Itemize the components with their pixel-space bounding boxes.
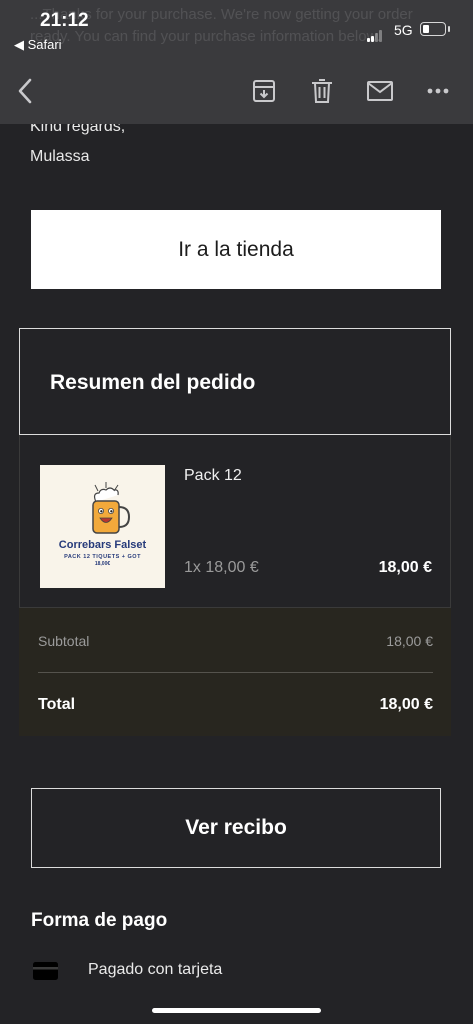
total-label: Total [38, 696, 76, 713]
status-time: 21:12 [40, 10, 89, 31]
product-quantity: 1x 18,00 € [184, 559, 259, 576]
total-row: Total 18,00 € [38, 696, 433, 714]
totals-divider [38, 672, 433, 673]
order-summary-title: Resumen del pedido [50, 371, 256, 394]
product-image-brand: Correbars Falset [58, 539, 147, 551]
view-receipt-button[interactable]: Ver recibo [31, 788, 441, 868]
battery-icon [420, 22, 450, 36]
subtotal-value: 18,00 € [386, 633, 433, 649]
order-line-item: Correbars Falset PACK 12 TIQUETS + GOT 1… [19, 435, 451, 608]
payment-method-title: Forma de pago [31, 910, 168, 931]
total-value: 18,00 € [379, 696, 433, 713]
archive-icon [253, 80, 275, 102]
payment-method-text: Pagado con tarjeta [88, 961, 223, 978]
product-price: 18,00 € [378, 559, 432, 576]
signal-icon [367, 24, 383, 42]
product-image: Correbars Falset PACK 12 TIQUETS + GOT 1… [40, 465, 165, 588]
credit-card-icon [33, 962, 58, 980]
more-button[interactable] [422, 75, 454, 107]
trash-icon [312, 79, 332, 103]
mark-unread-button[interactable] [364, 75, 396, 107]
product-image-price: 18,00€ [94, 561, 111, 567]
home-indicator[interactable] [152, 1008, 321, 1013]
subtotal-label: Subtotal [38, 633, 90, 649]
product-name: Pack 12 [184, 467, 242, 484]
order-summary-header: Resumen del pedido [19, 328, 451, 435]
back-to-app-link[interactable]: ◀ Safari [14, 37, 62, 53]
back-button[interactable] [10, 75, 42, 107]
archive-button[interactable] [248, 75, 280, 107]
chevron-left-icon [18, 78, 32, 104]
beer-mascot-icon [92, 482, 131, 534]
scrolled-email-text: ...Thanks for your purchase. We're now g… [30, 6, 413, 45]
order-totals: Subtotal 18,00 € Total 18,00 € [19, 608, 451, 736]
network-label: 5G [394, 22, 413, 38]
mail-toolbar [0, 62, 473, 124]
mail-icon [367, 81, 393, 101]
product-image-subtitle: PACK 12 TIQUETS + GOT [64, 554, 141, 560]
subtotal-row: Subtotal 18,00 € [38, 633, 433, 649]
go-to-store-button[interactable]: Ir a la tienda [31, 210, 441, 289]
delete-button[interactable] [306, 75, 338, 107]
more-icon [427, 88, 449, 94]
sender-name: Mulassa [30, 148, 90, 165]
